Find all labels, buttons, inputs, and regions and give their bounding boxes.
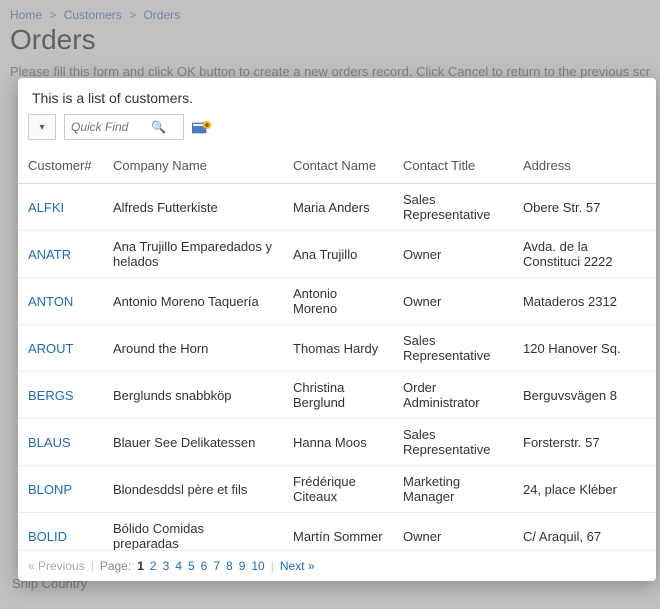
search-icon[interactable]: 🔍 bbox=[151, 120, 166, 134]
cell-company: Blauer See Delikatessen bbox=[103, 419, 283, 466]
cell-company: Blondesddsl père et fils bbox=[103, 466, 283, 513]
modal-title: This is a list of customers. bbox=[18, 78, 656, 114]
cell-address: Berguvsvägen 8 bbox=[513, 372, 656, 419]
cell-title: Owner bbox=[393, 231, 513, 278]
cell-company: Ana Trujillo Emparedados y helados bbox=[103, 231, 283, 278]
pager-page-2[interactable]: 2 bbox=[150, 559, 157, 573]
col-header-contact[interactable]: Contact Name bbox=[283, 150, 393, 184]
pager-page-10[interactable]: 10 bbox=[251, 559, 264, 573]
cell-address: 120 Hanover Sq. bbox=[513, 325, 656, 372]
pager: « Previous | Page: 123456789 10 | Next » bbox=[18, 550, 656, 581]
cell-address: Avda. de la Constituci 2222 bbox=[513, 231, 656, 278]
cell-address: 24, place Kléber bbox=[513, 466, 656, 513]
pager-sep: | bbox=[271, 559, 274, 573]
table-row[interactable]: ALFKIAlfreds FutterkisteMaria AndersSale… bbox=[18, 184, 656, 231]
pager-page-5[interactable]: 5 bbox=[188, 559, 195, 573]
pager-page-9[interactable]: 9 bbox=[239, 559, 246, 573]
pager-page-8[interactable]: 8 bbox=[226, 559, 233, 573]
table-row[interactable]: BLAUSBlauer See DelikatessenHanna MoosSa… bbox=[18, 419, 656, 466]
cell-customer-id[interactable]: ANATR bbox=[18, 231, 103, 278]
cell-address: Obere Str. 57 bbox=[513, 184, 656, 231]
table-row[interactable]: ANATRAna Trujillo Emparedados y heladosA… bbox=[18, 231, 656, 278]
pager-prev[interactable]: « Previous bbox=[28, 559, 85, 573]
cell-customer-id[interactable]: ANTON bbox=[18, 278, 103, 325]
cell-customer-id[interactable]: ALFKI bbox=[18, 184, 103, 231]
quickfind-input[interactable] bbox=[71, 120, 151, 134]
cell-title: Order Administrator bbox=[393, 372, 513, 419]
cell-contact: Hanna Moos bbox=[283, 419, 393, 466]
pager-page-label: Page: bbox=[100, 559, 131, 573]
cell-address: C/ Araquil, 67 bbox=[513, 513, 656, 551]
cell-company: Around the Horn bbox=[103, 325, 283, 372]
col-header-id[interactable]: Customer# bbox=[18, 150, 103, 184]
cell-company: Alfreds Futterkiste bbox=[103, 184, 283, 231]
cell-address: Forsterstr. 57 bbox=[513, 419, 656, 466]
cell-customer-id[interactable]: BERGS bbox=[18, 372, 103, 419]
col-header-company[interactable]: Company Name bbox=[103, 150, 283, 184]
pager-pages: 123456789 10 bbox=[137, 559, 265, 573]
view-dropdown[interactable]: ▾ bbox=[28, 114, 56, 140]
cell-contact: Frédérique Citeaux bbox=[283, 466, 393, 513]
cell-title: Owner bbox=[393, 278, 513, 325]
quickfind-box: 🔍 bbox=[64, 114, 184, 140]
table-row[interactable]: BOLIDBólido Comidas preparadasMartín Som… bbox=[18, 513, 656, 551]
modal-toolbar: ▾ 🔍 bbox=[18, 114, 656, 150]
cell-customer-id[interactable]: AROUT bbox=[18, 325, 103, 372]
pager-next[interactable]: Next » bbox=[280, 559, 315, 573]
new-record-icon[interactable] bbox=[192, 121, 208, 133]
pager-page-4[interactable]: 4 bbox=[175, 559, 182, 573]
cell-title: Owner bbox=[393, 513, 513, 551]
cell-contact: Ana Trujillo bbox=[283, 231, 393, 278]
cell-customer-id[interactable]: BLAUS bbox=[18, 419, 103, 466]
customer-table: Customer# Company Name Contact Name Cont… bbox=[18, 150, 656, 550]
customer-lookup-modal: This is a list of customers. ▾ 🔍 bbox=[18, 78, 656, 581]
cell-title: Marketing Manager bbox=[393, 466, 513, 513]
table-row[interactable]: BLONPBlondesddsl père et filsFrédérique … bbox=[18, 466, 656, 513]
table-row[interactable]: AROUTAround the HornThomas HardySales Re… bbox=[18, 325, 656, 372]
cell-contact: Thomas Hardy bbox=[283, 325, 393, 372]
table-row[interactable]: ANTONAntonio Moreno TaqueríaAntonio More… bbox=[18, 278, 656, 325]
col-header-address[interactable]: Address bbox=[513, 150, 656, 184]
pager-page-7[interactable]: 7 bbox=[213, 559, 220, 573]
cell-contact: Antonio Moreno bbox=[283, 278, 393, 325]
cell-contact: Christina Berglund bbox=[283, 372, 393, 419]
chevron-down-icon: ▾ bbox=[39, 122, 44, 133]
cell-company: Berglunds snabbköp bbox=[103, 372, 283, 419]
table-header-row: Customer# Company Name Contact Name Cont… bbox=[18, 150, 656, 184]
cell-title: Sales Representative bbox=[393, 419, 513, 466]
cell-address: Mataderos 2312 bbox=[513, 278, 656, 325]
cell-customer-id[interactable]: BLONP bbox=[18, 466, 103, 513]
cell-title: Sales Representative bbox=[393, 325, 513, 372]
pager-page-1: 1 bbox=[137, 559, 144, 573]
cell-contact: Martín Sommer bbox=[283, 513, 393, 551]
pager-sep: | bbox=[91, 559, 94, 573]
cell-company: Antonio Moreno Taquería bbox=[103, 278, 283, 325]
pager-page-3[interactable]: 3 bbox=[163, 559, 170, 573]
table-row[interactable]: BERGSBerglunds snabbköpChristina Berglun… bbox=[18, 372, 656, 419]
customer-table-wrap: Customer# Company Name Contact Name Cont… bbox=[18, 150, 656, 550]
pager-page-6[interactable]: 6 bbox=[201, 559, 208, 573]
cell-company: Bólido Comidas preparadas bbox=[103, 513, 283, 551]
cell-title: Sales Representative bbox=[393, 184, 513, 231]
col-header-title[interactable]: Contact Title bbox=[393, 150, 513, 184]
cell-customer-id[interactable]: BOLID bbox=[18, 513, 103, 551]
cell-contact: Maria Anders bbox=[283, 184, 393, 231]
